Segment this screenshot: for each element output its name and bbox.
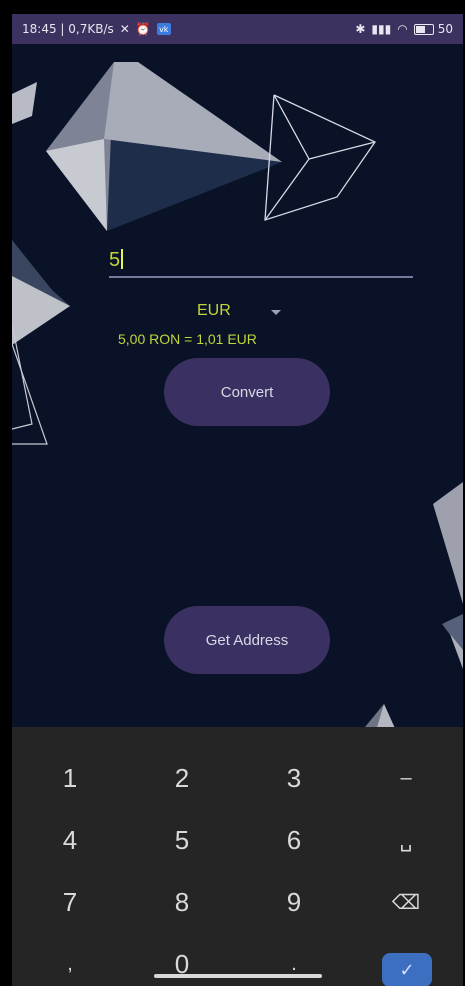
key-period[interactable]: .	[238, 933, 350, 986]
bluetooth-icon: ✱	[355, 22, 366, 36]
key-0[interactable]: 0	[126, 933, 238, 986]
amount-field[interactable]: 5	[109, 246, 413, 278]
key-7[interactable]: 7	[14, 871, 126, 933]
key-5[interactable]: 5	[126, 809, 238, 871]
amount-value: 5	[109, 249, 121, 271]
key-backspace-icon[interactable]: ⌫	[350, 871, 462, 933]
mute-icon: ✕	[119, 22, 130, 36]
battery-level: 50	[437, 22, 453, 36]
done-check-icon[interactable]: ✓	[382, 953, 432, 986]
key-8[interactable]: 8	[126, 871, 238, 933]
status-bar: 18:45 | 0,7KB/s ✕ ⏰ vk ✱ ▮▮▮ ◠ 50	[12, 14, 463, 44]
alarm-icon: ⏰	[135, 22, 151, 36]
app-screen: 18:45 | 0,7KB/s ✕ ⏰ vk ✱ ▮▮▮ ◠ 50 5 EUR …	[12, 14, 463, 986]
dropdown-arrow-icon	[270, 309, 281, 315]
home-indicator[interactable]	[154, 974, 322, 978]
key-2[interactable]: 2	[126, 747, 238, 809]
key-space-icon[interactable]: ␣	[350, 809, 462, 871]
key-3[interactable]: 3	[238, 747, 350, 809]
key-4[interactable]: 4	[14, 809, 126, 871]
battery-icon: 50	[413, 22, 453, 36]
numeric-keyboard: 1 2 3 – 4 5 6 ␣ 7 8 9 ⌫ , 0 . ✓	[12, 727, 463, 986]
key-1[interactable]: 1	[14, 747, 126, 809]
key-9[interactable]: 9	[238, 871, 350, 933]
get-address-button[interactable]: Get Address	[164, 606, 330, 674]
key-comma[interactable]: ,	[14, 933, 126, 986]
convert-button[interactable]: Convert	[164, 358, 330, 426]
key-minus[interactable]: –	[350, 747, 462, 809]
conversion-result: 5,00 RON = 1,01 EUR	[118, 331, 257, 347]
currency-selected: EUR	[197, 302, 231, 319]
key-6[interactable]: 6	[238, 809, 350, 871]
signal-icon: ▮▮▮	[371, 22, 392, 36]
wifi-icon: ◠	[397, 22, 408, 36]
status-time: 18:45 | 0,7KB/s	[22, 22, 114, 36]
currency-dropdown[interactable]: EUR	[197, 302, 281, 320]
text-caret	[121, 249, 124, 269]
vk-icon: vk	[156, 23, 171, 35]
